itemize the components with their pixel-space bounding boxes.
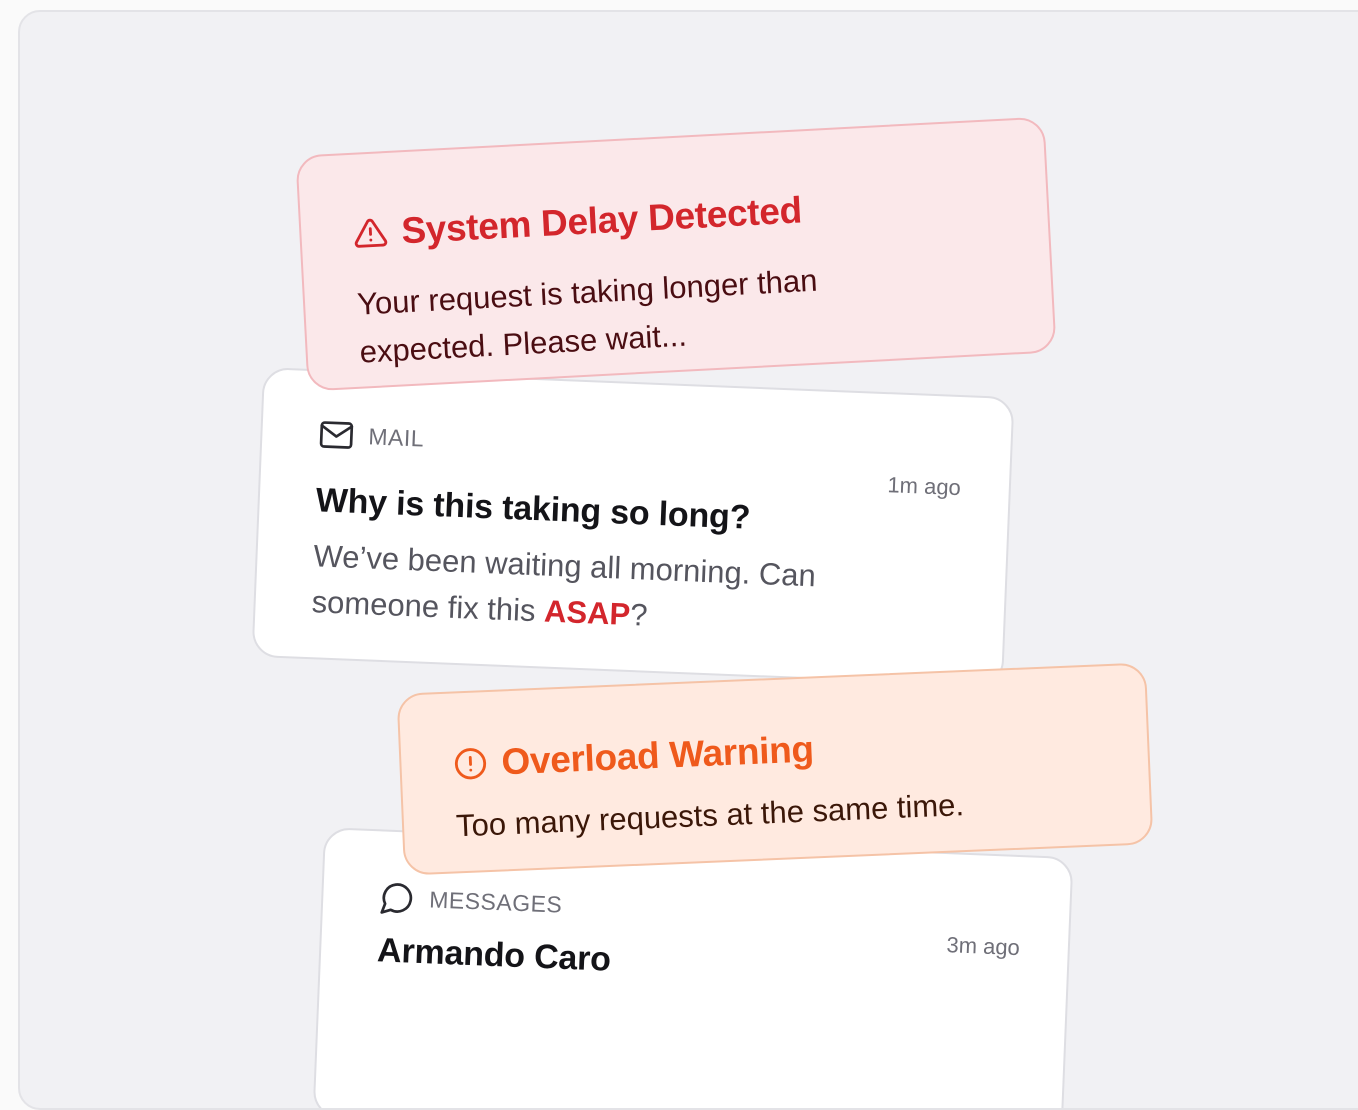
chat-bubble-icon <box>379 879 416 916</box>
system-delay-title: System Delay Detected <box>400 189 803 252</box>
mail-timestamp: 1m ago <box>887 472 961 501</box>
overload-title-row: Overload Warning <box>453 728 815 785</box>
overload-body: Too many requests at the same time. <box>455 787 964 844</box>
system-delay-title-row: System Delay Detected <box>352 189 802 254</box>
mail-notification[interactable]: MAIL 1m ago Why is this taking so long? … <box>251 367 1014 687</box>
mail-preview-end: ? <box>630 597 649 633</box>
mail-app-row: MAIL <box>318 419 425 453</box>
mail-preview: We’ve been waiting all morning. Can some… <box>311 533 894 648</box>
alert-circle-icon <box>453 746 488 781</box>
messages-timestamp: 3m ago <box>946 932 1020 961</box>
overload-title: Overload Warning <box>501 728 815 783</box>
mail-preview-highlight: ASAP <box>543 594 630 632</box>
system-delay-body: Your request is taking longer than expec… <box>356 251 920 376</box>
messages-app-label: MESSAGES <box>429 886 563 918</box>
mail-app-label: MAIL <box>368 423 425 452</box>
mail-subject: Why is this taking so long? <box>315 481 751 537</box>
notification-stack-panel: MESSAGES 3m ago Armando Caro MAIL 1m ago… <box>18 10 1358 1110</box>
mail-icon <box>318 419 355 450</box>
system-delay-alert[interactable]: System Delay Detected Your request is ta… <box>295 117 1056 392</box>
warning-triangle-icon <box>353 215 389 251</box>
overload-warning-alert[interactable]: Overload Warning Too many requests at th… <box>397 662 1154 875</box>
messages-sender: Armando Caro <box>376 931 611 979</box>
messages-app-row: MESSAGES <box>379 879 563 922</box>
